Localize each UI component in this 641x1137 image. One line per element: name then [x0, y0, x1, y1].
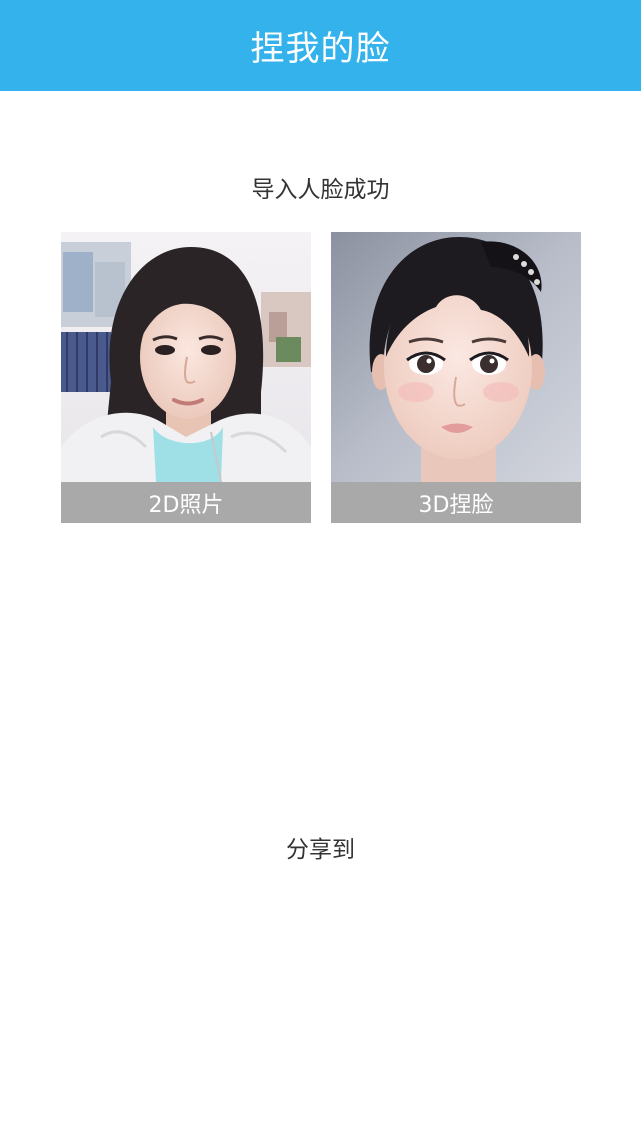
photo-2d-card[interactable]: 2D照片: [61, 232, 311, 523]
selfie-photo-image: [61, 232, 311, 482]
app-header: 捏我的脸: [0, 0, 641, 91]
face-3d-caption: 3D捏脸: [331, 482, 581, 523]
3d-face-render-image: [331, 232, 581, 482]
face-3d-card[interactable]: 3D捏脸: [331, 232, 581, 523]
share-to-label: 分享到: [286, 837, 355, 863]
page-title: 捏我的脸: [250, 29, 391, 69]
import-status-text: 导入人脸成功: [251, 177, 390, 203]
photo-2d-caption: 2D照片: [61, 482, 311, 523]
